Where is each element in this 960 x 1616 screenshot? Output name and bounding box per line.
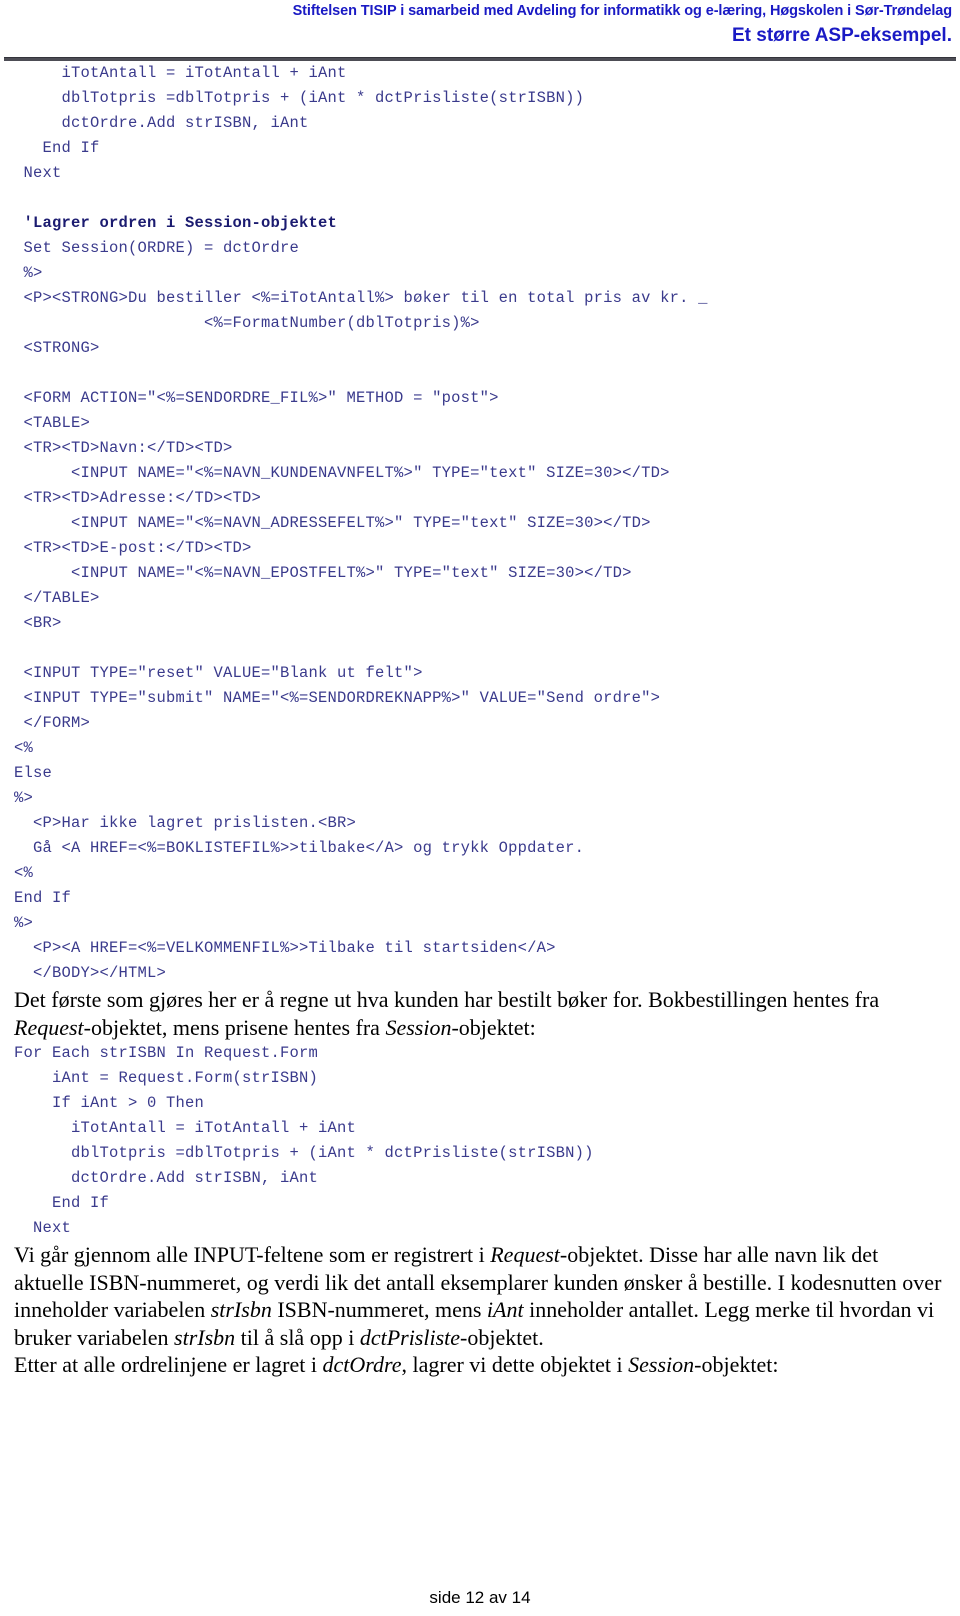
emphasised-term: Request [14,1014,84,1040]
code-line: %> [14,264,43,282]
code-line: iAnt = Request.Form(strISBN) [14,1069,319,1087]
code-line: <INPUT TYPE="reset" VALUE="Blank ut felt… [14,664,423,682]
code-line: Gå <A HREF=<%=BOKLISTEFIL%>>tilbake</A> … [14,839,585,857]
page-content: iTotAntall = iTotAntall + iAnt dblTotpri… [0,61,960,1379]
text-run: ISBN-nummeret, mens [271,1297,487,1322]
code-line: For Each strISBN In Request.Form [14,1044,319,1062]
code-line: <STRONG> [14,339,100,357]
page-number-label: side 12 av 14 [429,1588,531,1607]
code-line: <% [14,739,34,757]
code-line: <% [14,864,34,882]
text-run: -objektet, mens prisene hentes fra [83,1014,386,1040]
code-line: <TR><TD>Navn:</TD><TD> [14,439,233,457]
code-line: iTotAntall = iTotAntall + iAnt [14,64,347,82]
code-line: <FORM ACTION="<%=SENDORDRE_FIL%>" METHOD… [14,389,499,407]
page-footer: side 12 av 14 [0,1588,960,1608]
code-line: dblTotpris =dblTotpris + (iAnt * dctPris… [14,1144,594,1162]
page-header: Stiftelsen TISIP i samarbeid med Avdelin… [0,0,960,49]
code-line: dctOrdre.Add strISBN, iAnt [14,114,309,132]
code-block-foreach-request-form: For Each strISBN In Request.Form iAnt = … [14,1041,946,1241]
code-line: <%=FormatNumber(dblTotpris)%> [14,314,480,332]
text-run: Det første som gjøres her er å regne ut … [14,987,880,1012]
code-line: Next [14,164,62,182]
text-run: -objektet: [451,1014,536,1040]
code-block-asp-order-form: iTotAntall = iTotAntall + iAnt dblTotpri… [14,61,946,986]
text-run: til å slå opp i [235,1324,360,1350]
code-line: <INPUT TYPE="submit" NAME="<%=SENDORDREK… [14,689,661,707]
code-line: </TABLE> [14,589,100,607]
header-organisation-line: Stiftelsen TISIP i samarbeid med Avdelin… [292,3,953,19]
code-line: Set Session(ORDRE) = dctOrdre [14,239,300,257]
code-line: <INPUT NAME="<%=NAVN_ADRESSEFELT%>" TYPE… [14,514,651,532]
code-line: End If [14,889,72,907]
text-run: , lagrer vi dette objektet i [401,1352,629,1377]
code-line: <TABLE> [14,414,91,432]
emphasised-term: dctOrdre [322,1352,402,1377]
code-line: 'Lagrer ordren i Session-objektet [14,214,338,232]
emphasised-term: strIsbn [174,1324,236,1350]
header-document-title: Et større ASP-eksempel. [732,25,952,46]
code-line: <P>Har ikke lagret prislisten.<BR> [14,814,357,832]
emphasised-term: Request [490,1242,560,1267]
code-line: iTotAntall = iTotAntall + iAnt [14,1119,357,1137]
code-line: <TR><TD>E-post:</TD><TD> [14,539,252,557]
code-line: <INPUT NAME="<%=NAVN_EPOSTFELT%>" TYPE="… [14,564,632,582]
code-line: dctOrdre.Add strISBN, iAnt [14,1169,319,1187]
emphasised-term: dctPrisliste [359,1324,461,1350]
code-line: <P><A HREF=<%=VELKOMMENFIL%>>Tilbake til… [14,939,556,957]
paragraph-ordrelinjer: Etter at alle ordrelinjene er lagret i d… [14,1351,946,1379]
code-line: <TR><TD>Adresse:</TD><TD> [14,489,262,507]
code-line: Else [14,764,53,782]
text-run: Etter at alle ordrelinjene er lagret i [14,1352,323,1377]
code-line: End If [14,1194,110,1212]
code-line: End If [14,139,100,157]
paragraph-input-felter: Vi går gjennom alle INPUT-feltene som er… [14,1241,946,1351]
code-line: Next [14,1219,72,1237]
code-line: <BR> [14,614,62,632]
text-run: Vi går gjennom alle INPUT-feltene som er… [14,1242,491,1267]
code-line: dblTotpris =dblTotpris + (iAnt * dctPris… [14,89,585,107]
paragraph-bokbestilling: Det første som gjøres her er å regne ut … [14,986,946,1041]
code-line: <INPUT NAME="<%=NAVN_KUNDENAVNFELT%>" TY… [14,464,670,482]
text-run: -objektet: [694,1352,779,1377]
code-line: </BODY></HTML> [14,964,167,982]
code-line: <P><STRONG>Du bestiller <%=iTotAntall%> … [14,289,708,307]
code-line: If iAnt > 0 Then [14,1094,205,1112]
code-line: %> [14,789,34,807]
emphasised-term: Session [628,1352,695,1377]
emphasised-term: Session [385,1014,452,1040]
code-line: </FORM> [14,714,91,732]
code-line: %> [14,914,34,932]
text-run: -objektet. [460,1324,544,1350]
emphasised-term: strIsbn [210,1297,272,1322]
emphasised-term: iAnt [486,1297,524,1322]
